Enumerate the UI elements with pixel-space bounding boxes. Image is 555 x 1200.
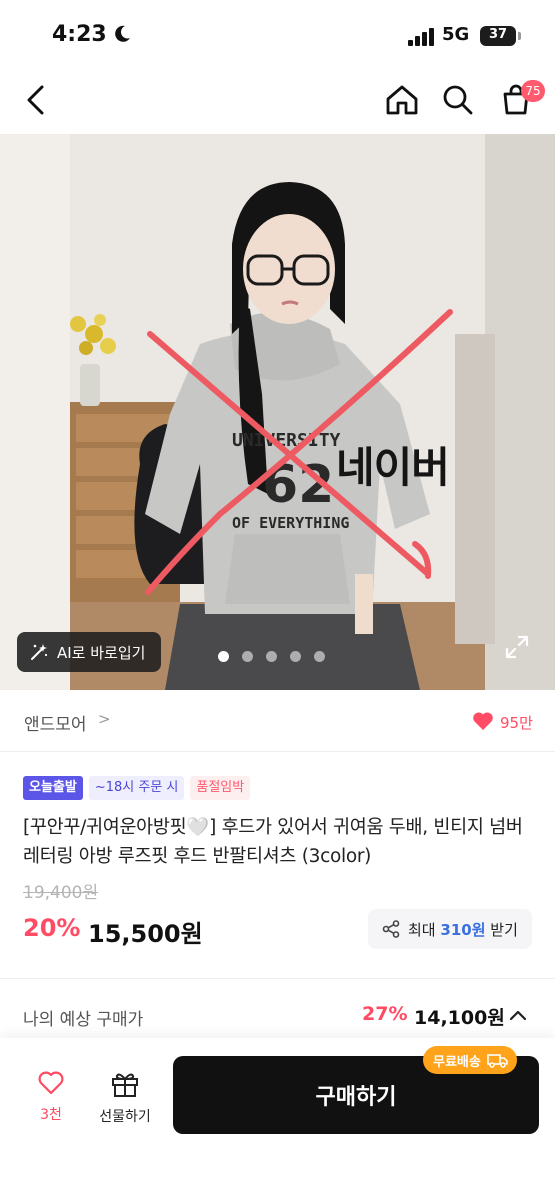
share-icon xyxy=(382,920,400,938)
gift-button[interactable]: 선물하기 xyxy=(92,1070,158,1130)
gift-label: 선물하기 xyxy=(99,1109,151,1125)
ai-try-on-button[interactable]: AI로 바로입기 xyxy=(17,632,161,672)
share-points: 310원 xyxy=(440,920,486,939)
wishlist-count: 3천 xyxy=(40,1107,62,1123)
product-title: [꾸안꾸/귀여운아방핏🤍] 후드가 있어서 귀여움 두배, 빈티지 넘버 레터링… xyxy=(23,817,523,867)
free-shipping-badge: 무료배송 xyxy=(423,1046,517,1074)
battery-level: 37 xyxy=(488,27,508,42)
back-button[interactable] xyxy=(16,80,56,120)
order-cutoff-badge: ~18시 주문 시 xyxy=(88,776,185,800)
cart-count-badge: 75 xyxy=(521,80,545,102)
search-button[interactable] xyxy=(438,80,478,120)
free-shipping-label: 무료배송 xyxy=(433,1054,481,1070)
carousel-dot[interactable] xyxy=(266,651,277,662)
battery-cap xyxy=(518,32,521,40)
carousel-dot[interactable] xyxy=(242,651,253,662)
carousel-dot[interactable] xyxy=(314,651,325,662)
brand-like-count: 95만 xyxy=(500,714,533,732)
home-button[interactable] xyxy=(382,80,422,120)
gift-icon xyxy=(112,1073,138,1097)
ai-try-on-label: AI로 바로입기 xyxy=(57,643,146,662)
wishlist-button[interactable]: 3천 xyxy=(28,1070,74,1130)
expected-discount-rate: 27% xyxy=(362,1003,408,1025)
network-type: 5G xyxy=(442,24,470,45)
carousel-dot[interactable] xyxy=(218,651,229,662)
magic-wand-icon xyxy=(31,644,48,660)
brand-name[interactable]: 앤드모어 xyxy=(24,710,87,735)
overlay-text: 네이버 xyxy=(336,443,450,492)
shirt-print: UNIVERSITY 62 OF EVERYTHING xyxy=(145,309,453,595)
search-icon xyxy=(443,85,473,115)
moon-icon xyxy=(115,25,130,42)
truck-icon xyxy=(487,1054,508,1068)
status-time: 4:23 xyxy=(52,22,107,47)
battery-icon: 37 xyxy=(480,26,516,46)
chevron-right-icon: > xyxy=(98,710,111,728)
product-image-carousel[interactable]: UNIVERSITY 62 OF EVERYTHING 네이버 AI로 바로입기 xyxy=(0,134,555,690)
share-reward-button[interactable]: 최대 310원 받기 xyxy=(368,909,532,949)
expand-icon[interactable] xyxy=(504,634,530,660)
sale-price: 15,500원 xyxy=(88,920,203,948)
status-bar: 4:23 5G 37 xyxy=(0,0,555,70)
share-prefix: 최대 xyxy=(408,920,436,939)
share-suffix: 받기 xyxy=(490,920,518,939)
today-shipping-badge: 오늘출발 xyxy=(23,776,83,800)
carousel-dot[interactable] xyxy=(290,651,301,662)
heart-filled-icon[interactable] xyxy=(472,711,494,731)
brand-row[interactable]: 앤드모어 > 95만 xyxy=(0,690,555,752)
discount-rate: 20% xyxy=(23,914,81,942)
low-stock-badge: 품절임박 xyxy=(190,776,251,800)
bottom-action-bar: 3천 선물하기 구매하기 무료배송 xyxy=(0,1038,555,1200)
expected-price-label: 나의 예상 구매가 xyxy=(23,1010,144,1030)
heart-outline-icon xyxy=(38,1071,64,1095)
original-price: 19,400원 xyxy=(23,883,99,903)
badge-row: 오늘출발 ~18시 주문 시 품절임박 xyxy=(23,776,251,800)
chevron-up-icon[interactable] xyxy=(508,1006,528,1024)
shirt-text-everything: OF EVERYTHING xyxy=(232,514,349,532)
home-icon xyxy=(386,85,418,115)
top-nav xyxy=(0,70,555,132)
signal-icon xyxy=(408,28,434,46)
chevron-left-icon xyxy=(27,85,44,115)
expected-price: 14,100원 xyxy=(414,1007,505,1029)
carousel-indicator xyxy=(218,651,325,663)
divider xyxy=(0,978,555,979)
